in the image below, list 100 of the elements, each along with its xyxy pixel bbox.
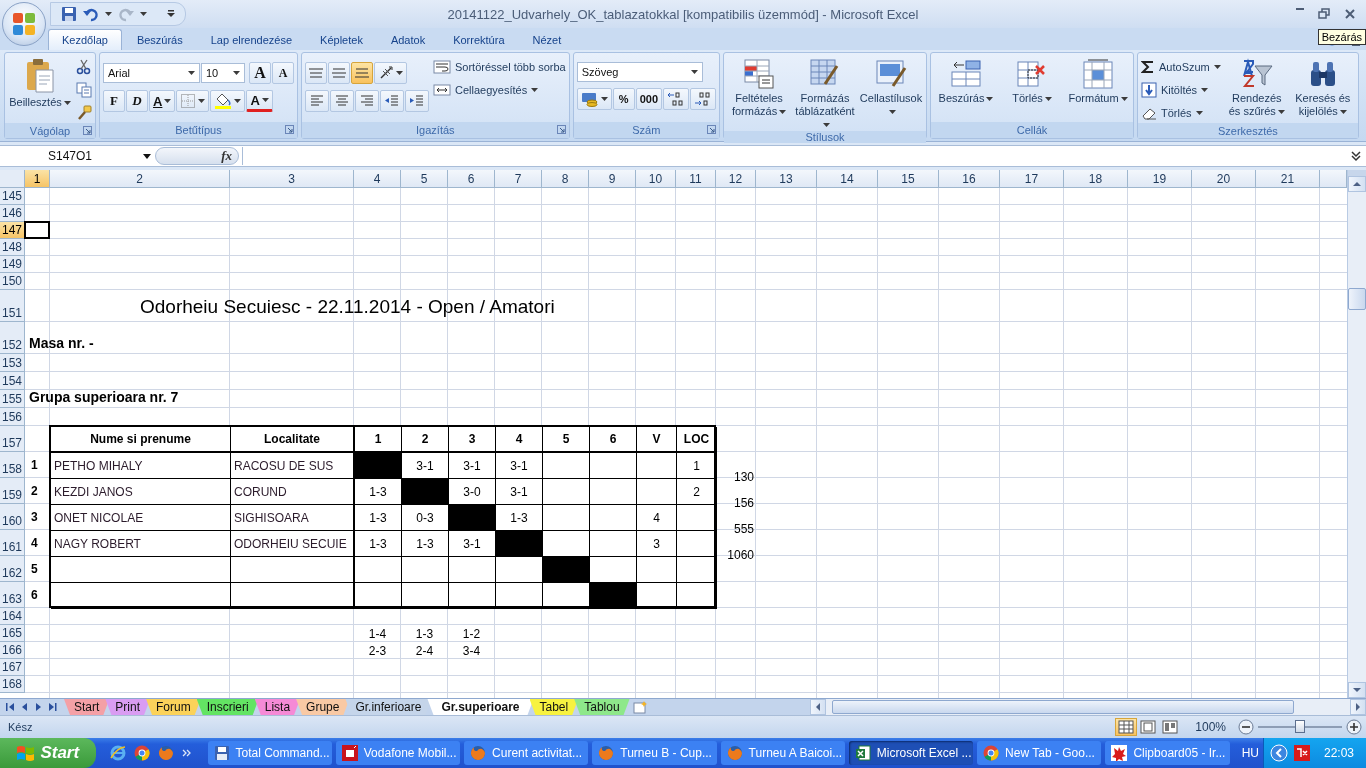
font-field[interactable]: Arial: [103, 63, 200, 83]
ribbon-button[interactable]: 000: [635, 88, 663, 110]
ribbon-button[interactable]: Rendezés és szűrés: [1224, 56, 1289, 123]
column-header[interactable]: 21: [1256, 170, 1320, 188]
ribbon-button[interactable]: Kitöltés: [1141, 79, 1221, 100]
row-header[interactable]: 157: [0, 426, 25, 452]
row-header[interactable]: 164: [0, 608, 25, 625]
ribbon-button[interactable]: A: [272, 62, 294, 84]
ribbon-button[interactable]: Beszúrás: [934, 56, 999, 122]
row-header[interactable]: 150: [0, 273, 25, 290]
ribbon-button[interactable]: Formátum: [1066, 56, 1131, 122]
column-header[interactable]: 7: [495, 170, 542, 188]
ribbon-button[interactable]: Formázás táblázatként: [793, 56, 858, 131]
row-header[interactable]: 146: [0, 205, 25, 222]
ribbon-button[interactable]: F: [103, 90, 125, 112]
sheet-tab[interactable]: Start: [64, 699, 110, 715]
ribbon-tab[interactable]: Adatok: [377, 29, 439, 50]
row-header[interactable]: 165: [0, 625, 25, 642]
taskbar-button[interactable]: Clipboard05 - Ir...: [1105, 741, 1230, 765]
row-header[interactable]: 162: [0, 556, 25, 582]
column-header[interactable]: 17: [1000, 170, 1064, 188]
taskbar-button[interactable]: Turneu A Baicoi...: [720, 741, 845, 765]
column-header[interactable]: 2: [50, 170, 230, 188]
row-header[interactable]: 153: [0, 354, 25, 372]
select-all-button[interactable]: [0, 170, 25, 188]
ribbon-tab[interactable]: Korrektúra: [440, 29, 518, 50]
quick-launch-button[interactable]: [109, 745, 126, 761]
ribbon-tab[interactable]: Kezdőlap: [48, 29, 122, 50]
scroll-down-button[interactable]: [1348, 682, 1366, 698]
office-button[interactable]: [2, 2, 46, 46]
scroll-up-button[interactable]: [1348, 176, 1366, 192]
quick-launch-button[interactable]: [157, 745, 174, 761]
ribbon-button[interactable]: Feltételes formázás: [727, 56, 792, 131]
taskbar-button[interactable]: Curent activitat...: [464, 741, 589, 765]
column-header[interactable]: 13: [756, 170, 817, 188]
sheet-tab[interactable]: Tablou: [574, 699, 630, 715]
column-header[interactable]: 16: [939, 170, 1000, 188]
column-header[interactable]: 15: [878, 170, 939, 188]
column-header[interactable]: 10: [636, 170, 676, 188]
sheet-tab[interactable]: Gr.superioare: [427, 699, 534, 715]
ribbon-button[interactable]: Keresés és kijelölés: [1290, 56, 1355, 123]
ribbon-button[interactable]: Beillesztés: [8, 56, 72, 123]
ribbon-button[interactable]: [663, 88, 690, 110]
ribbon-button[interactable]: Cellaegyesítés: [433, 79, 566, 100]
ribbon-tab[interactable]: Lap elrendezése: [197, 29, 306, 50]
ribbon-button[interactable]: Sortöréssel több sorba: [433, 56, 566, 77]
column-header[interactable]: 8: [542, 170, 589, 188]
ribbon-button[interactable]: Törlés: [1000, 56, 1065, 122]
column-header[interactable]: 5: [401, 170, 448, 188]
column-header[interactable]: 3: [230, 170, 354, 188]
ribbon-tab[interactable]: Nézet: [519, 29, 575, 50]
ribbon-button[interactable]: A: [249, 62, 271, 84]
sheet-tab[interactable]: Forum: [146, 699, 201, 715]
row-header[interactable]: 145: [0, 188, 25, 205]
column-header[interactable]: 9: [589, 170, 636, 188]
ribbon-button[interactable]: A: [149, 90, 176, 112]
row-header[interactable]: 155: [0, 390, 25, 408]
column-header[interactable]: 1: [25, 170, 50, 188]
language-indicator[interactable]: HU: [1241, 746, 1259, 760]
font-size-field[interactable]: 10: [201, 63, 245, 83]
column-header[interactable]: 20: [1192, 170, 1256, 188]
row-header[interactable]: 167: [0, 659, 25, 676]
insert-function-button[interactable]: fx: [155, 147, 239, 165]
sheet-tab[interactable]: Inscrieri: [196, 699, 259, 715]
ribbon-tab[interactable]: Képletek: [307, 29, 376, 50]
ribbon-button[interactable]: [210, 90, 246, 112]
scroll-left-button[interactable]: [810, 699, 826, 715]
row-header[interactable]: 159: [0, 478, 25, 504]
ribbon-button[interactable]: [374, 62, 407, 84]
row-header[interactable]: 161: [0, 530, 25, 556]
column-header[interactable]: 19: [1128, 170, 1192, 188]
ribbon-tab[interactable]: Beszúrás: [123, 29, 196, 50]
row-header[interactable]: 151: [0, 290, 25, 322]
row-header[interactable]: 168: [0, 676, 25, 693]
row-header[interactable]: 148: [0, 239, 25, 256]
view-button[interactable]: [1115, 718, 1138, 736]
scroll-thumb[interactable]: [1348, 288, 1366, 310]
ribbon-button[interactable]: Törlés: [1141, 102, 1221, 123]
ribbon-button[interactable]: D: [126, 90, 148, 112]
number-format-field[interactable]: Szöveg: [576, 62, 703, 82]
column-header[interactable]: 14: [817, 170, 878, 188]
quick-launch-button[interactable]: [133, 745, 150, 761]
row-header[interactable]: 154: [0, 372, 25, 390]
row-header[interactable]: 149: [0, 256, 25, 273]
column-header[interactable]: 4: [354, 170, 401, 188]
ribbon-button[interactable]: A: [246, 90, 273, 112]
row-header[interactable]: 156: [0, 408, 25, 426]
column-header[interactable]: 12: [716, 170, 756, 188]
scroll-right-button[interactable]: [1350, 699, 1366, 715]
row-header[interactable]: 163: [0, 582, 25, 608]
ribbon-button[interactable]: %: [612, 88, 635, 110]
column-header[interactable]: 6: [448, 170, 495, 188]
zoom-slider-thumb[interactable]: [1295, 720, 1305, 733]
column-header[interactable]: 11: [676, 170, 716, 188]
scroll-thumb[interactable]: [832, 700, 1294, 714]
sheet-tab[interactable]: Grupe: [296, 699, 350, 715]
taskbar-button[interactable]: Turneu B - Cup...: [592, 741, 717, 765]
row-header[interactable]: 147: [0, 222, 25, 239]
row-header[interactable]: 158: [0, 452, 25, 478]
taskbar-button[interactable]: New Tab - Goo...: [977, 741, 1102, 765]
